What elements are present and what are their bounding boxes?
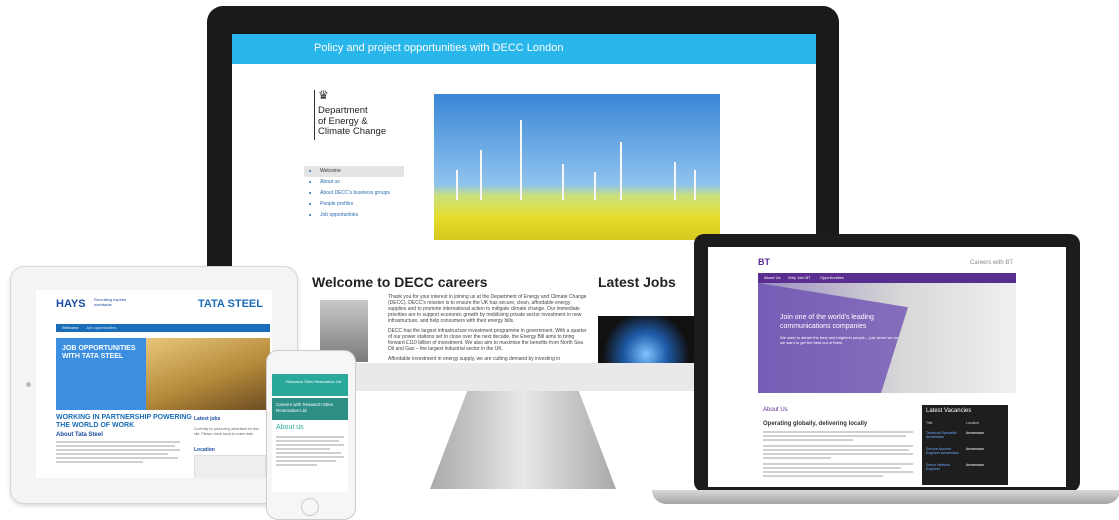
decc-nav-people[interactable]: People profiles: [304, 199, 404, 210]
latest-vacancies-title: Latest Vacancies: [926, 408, 972, 414]
decc-nav-jobs[interactable]: Job opportunities: [304, 210, 404, 221]
phone-header: Research Sites Restoration Ltd: [272, 374, 348, 396]
location-map[interactable]: [194, 455, 266, 478]
bt-nav-about[interactable]: About Us: [764, 275, 780, 280]
decc-intro-para-1: Thank you for your interest in joining u…: [388, 294, 587, 324]
decc-banner: Policy and project opportunities with DE…: [232, 34, 816, 64]
decc-banner-title: Policy and project opportunities with DE…: [314, 42, 564, 54]
bt-nav-opportunities[interactable]: Opportunities: [820, 275, 844, 280]
decc-intro-para-2: DECC has the largest infrastructure inve…: [388, 328, 587, 352]
decc-intro-para-3: Affordable investment in energy supply, …: [388, 356, 561, 362]
vacancy-role[interactable]: Technical Specialist Amsterdam: [926, 431, 964, 439]
bt-about-heading: About Us: [763, 407, 788, 413]
bt-hero-banner: Join one of the world's leading communic…: [758, 283, 1016, 393]
about-tata-heading: About Tata Steel: [56, 432, 103, 438]
vacancy-role[interactable]: Service Account Engineer Amsterdam: [926, 447, 964, 455]
vacancy-col-title: Title: [926, 421, 933, 425]
decc-nav-business-groups[interactable]: About DECC's business groups: [304, 188, 404, 199]
tablet-nav-jobs[interactable]: Job opportunities: [86, 325, 116, 330]
decc-welcome-heading: Welcome to DECC careers: [312, 274, 488, 290]
latest-vacancies-panel: Latest Vacancies Title Location Technica…: [922, 405, 1008, 485]
tata-steel-screen: HAYS Recruiting experts worldwide TATA S…: [36, 290, 272, 478]
hays-logo: HAYS: [56, 298, 86, 310]
phone-banner: Careers with Research Sites Restoration …: [272, 398, 348, 420]
vacancy-location: Amsterdam: [966, 463, 984, 467]
vacancy-location: Amsterdam: [966, 447, 984, 451]
decc-logo-rule: [314, 90, 315, 140]
tablet-nav-welcome[interactable]: Welcome: [62, 325, 79, 330]
gas-flame-image: [598, 316, 694, 364]
phone-home-button[interactable]: [301, 498, 319, 516]
decc-nav: Welcome About us About DECC's business g…: [304, 166, 404, 221]
hays-tagline: Recruiting experts worldwide: [94, 297, 127, 307]
royal-crest-icon: ♛: [318, 88, 329, 102]
bt-nav-bar: About Us Why Join BT Opportunities: [758, 273, 1016, 283]
laptop-base: [652, 490, 1119, 504]
decc-nav-about[interactable]: About us: [304, 177, 404, 188]
tablet-latest-jobs-text: Currently no jobs being advertised for t…: [194, 427, 259, 436]
tablet-latest-jobs-heading: Latest jobs: [194, 416, 221, 422]
wind-turbine-hero-image: [434, 94, 720, 240]
tata-steel-logo: TATA STEEL: [198, 298, 263, 310]
bt-logo: BT: [758, 257, 770, 267]
tablet-location-heading: Location: [194, 447, 215, 453]
bt-body-text: [763, 431, 913, 479]
phone-header-title: Research Sites Restoration Ltd: [286, 379, 342, 384]
vacancy-role[interactable]: Senior Network Engineer: [926, 463, 964, 471]
bt-careers-screen: BT Careers with BT About Us Why Join BT …: [708, 247, 1066, 487]
decc-intro-text: Thank you for your interest in joining u…: [388, 294, 588, 364]
phone-screen: Research Sites Restoration Ltd Careers w…: [272, 374, 348, 492]
decc-latest-jobs-heading: Latest Jobs: [598, 274, 676, 290]
excavator-photo: [146, 338, 270, 410]
bt-hero-subtitle: We want to attract the best and brightes…: [780, 335, 900, 345]
bt-operating-heading: Operating globally, delivering locally: [763, 421, 868, 427]
vacancy-col-location: Location: [966, 421, 980, 425]
job-opportunities-label: JOB OPPORTUNITIES WITH TATA STEEL: [62, 345, 136, 360]
partnership-heading: WORKING IN PARTNERSHIP POWERING THE WORL…: [56, 414, 192, 429]
tablet-nav-bar: Welcome Job opportunities: [56, 324, 270, 332]
bt-hero-title: Join one of the world's leading communic…: [780, 314, 874, 330]
decc-nav-welcome[interactable]: Welcome: [304, 166, 404, 177]
phone-about-heading: About us: [276, 424, 304, 431]
vacancy-location: Amsterdam: [966, 431, 984, 435]
tablet-camera: [26, 382, 31, 387]
monitor-stand: [430, 391, 616, 489]
decc-org-name: Department of Energy & Climate Change: [318, 105, 387, 137]
about-tata-text: [56, 441, 180, 465]
phone-body-text: [276, 436, 344, 468]
phone-banner-text: Careers with Research Sites Restoration …: [276, 402, 334, 413]
bt-nav-why-join[interactable]: Why Join BT: [788, 275, 811, 280]
bt-careers-label: Careers with BT: [970, 260, 1014, 266]
